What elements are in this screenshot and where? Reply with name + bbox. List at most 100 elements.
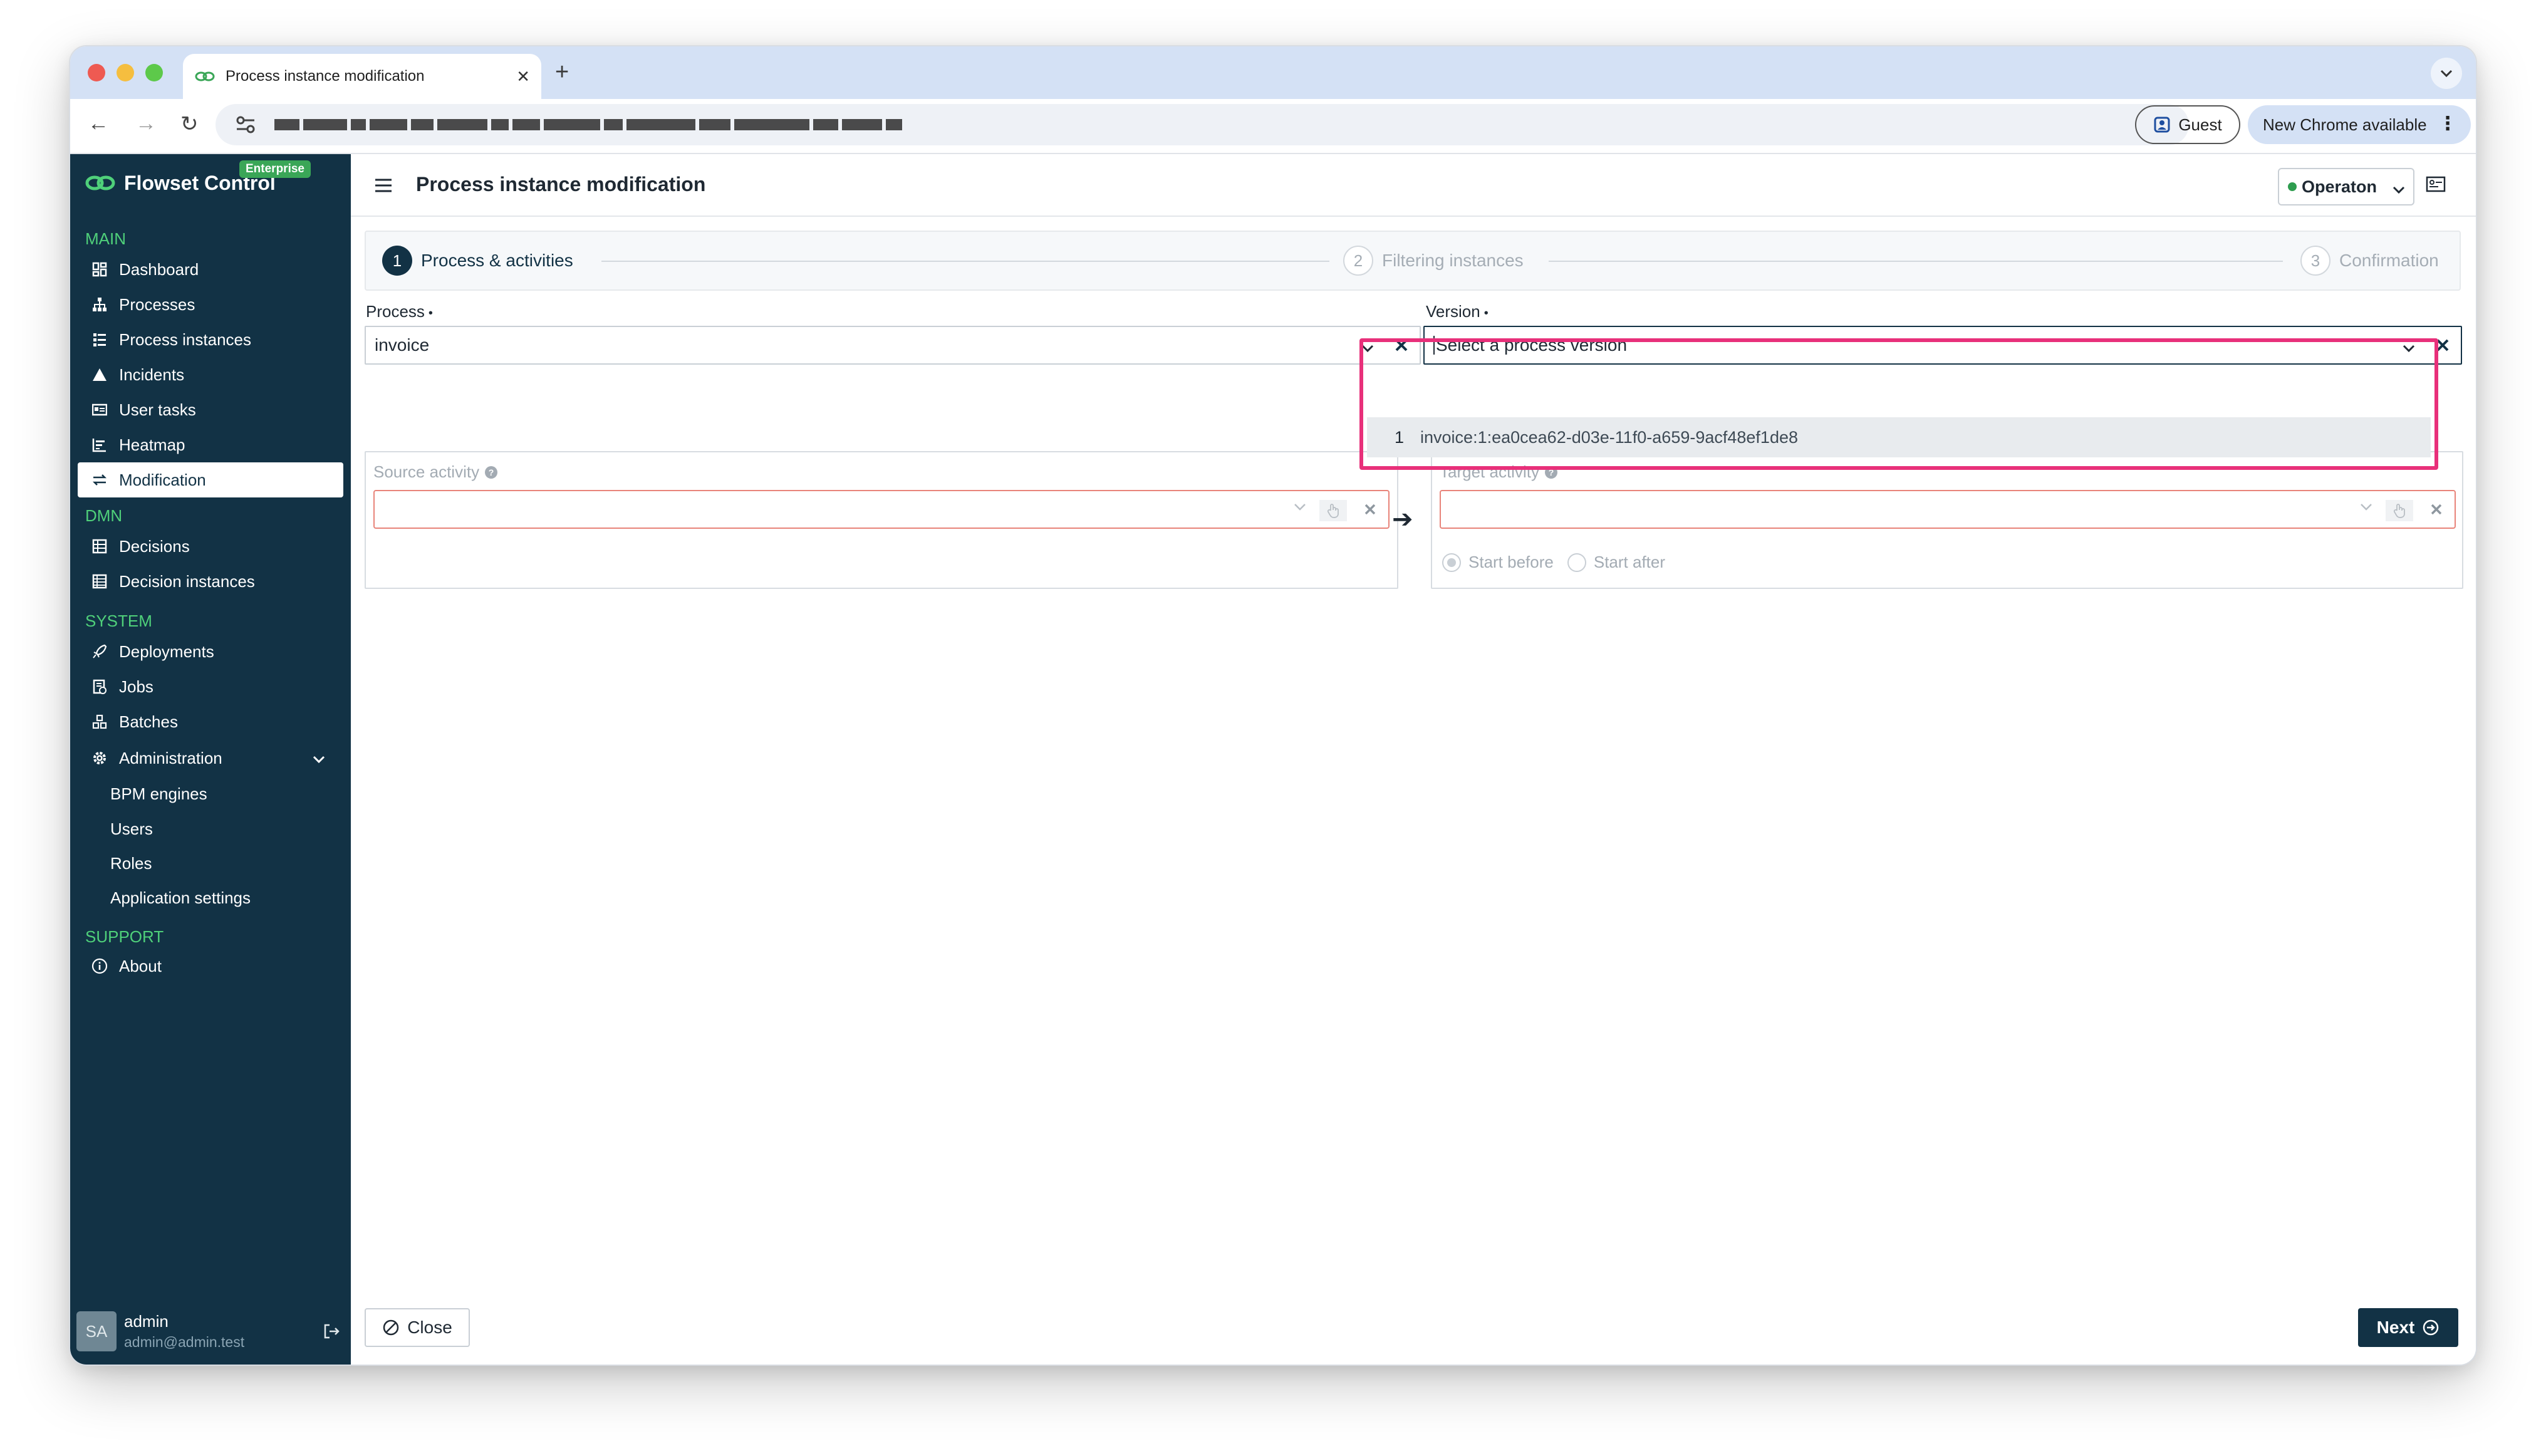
tab-title: Process instance modification: [226, 68, 425, 85]
sidebar-item-administration[interactable]: Administration: [78, 741, 343, 776]
sidebar-item-label: Processes: [119, 294, 195, 314]
sidebar-item-process-instances[interactable]: Process instances: [78, 322, 343, 357]
start-before-radio[interactable]: [1442, 553, 1461, 572]
sidebar-item-label: Decisions: [119, 536, 190, 556]
source-activity-panel: Source activity ?: [365, 451, 1398, 589]
next-button[interactable]: Next: [2358, 1308, 2458, 1347]
hand-pointer-icon[interactable]: [2386, 500, 2413, 521]
browser-window: Process instance modification ✕ + ← → ↻ …: [70, 46, 2476, 1365]
stepper: 1 Process & activities 2 Filtering insta…: [365, 231, 2461, 291]
sidebar-item-users[interactable]: Users: [110, 819, 153, 839]
close-window-button[interactable]: [88, 64, 105, 81]
flowset-logo-icon: [85, 175, 115, 190]
sidebar-item-application-settings[interactable]: Application settings: [110, 888, 251, 908]
more-vert-icon[interactable]: ⋮: [2438, 113, 2457, 135]
sidebar-item-user-tasks[interactable]: User tasks: [78, 392, 343, 427]
sidebar-item-label: Administration: [119, 748, 222, 767]
sidebar-item-decision-instances[interactable]: Decision instances: [78, 564, 343, 599]
user-panel: SA admin admin@admin.test: [76, 1309, 346, 1353]
sidebar-item-decisions[interactable]: Decisions: [78, 529, 343, 564]
gear-icon: [90, 749, 109, 767]
logout-icon[interactable]: [322, 1322, 341, 1344]
app-root: Flowset Control Enterprise MAIN Dashboar…: [70, 154, 2476, 1365]
step-connector: [1549, 261, 2283, 262]
sidebar-item-roles[interactable]: Roles: [110, 854, 152, 873]
chevron-down-icon[interactable]: [2359, 502, 2373, 514]
address-bar[interactable]: [216, 104, 2189, 145]
warning-icon: [90, 365, 109, 384]
help-icon[interactable]: ?: [484, 465, 498, 479]
back-arrow-icon[interactable]: ←: [88, 112, 109, 136]
swap-icon: [90, 471, 109, 489]
table-icon: [90, 537, 109, 556]
sidebar-item-deployments[interactable]: Deployments: [78, 634, 343, 669]
avatar[interactable]: SA: [76, 1311, 117, 1351]
step-filtering-instances: 2 Filtering instances: [1343, 246, 1524, 276]
new-chrome-available-button[interactable]: New Chrome available ⋮: [2248, 105, 2471, 144]
cancel-circle-icon: [383, 1319, 399, 1336]
close-button[interactable]: Close: [365, 1308, 470, 1347]
clear-source-icon[interactable]: [1361, 500, 1380, 522]
section-support: SUPPORT: [85, 927, 164, 946]
main-content: Process instance modification Operaton 1…: [351, 154, 2476, 1365]
minimize-window-button[interactable]: [117, 64, 134, 81]
new-tab-icon[interactable]: +: [555, 59, 569, 86]
sidebar-item-processes[interactable]: Processes: [78, 287, 343, 322]
sidebar-item-modification[interactable]: Modification: [78, 462, 343, 497]
sidebar-item-about[interactable]: About: [78, 949, 343, 984]
engine-settings-icon[interactable]: [2426, 175, 2446, 196]
step-number: 3: [2300, 246, 2330, 276]
flowset-favicon-icon: [194, 69, 217, 84]
process-select[interactable]: invoice: [365, 326, 1421, 365]
sidebar-item-dashboard[interactable]: Dashboard: [78, 252, 343, 287]
sidebar-item-batches[interactable]: Batches: [78, 704, 343, 739]
page-title: Process instance modification: [416, 173, 706, 195]
guest-profile-button[interactable]: Guest: [2135, 105, 2240, 144]
maximize-window-button[interactable]: [145, 64, 163, 81]
process-field-label: Process •: [366, 302, 433, 321]
tab-search-icon[interactable]: [2431, 58, 2462, 89]
chevron-down-icon[interactable]: [1293, 502, 1307, 514]
url-text-redacted: [274, 119, 902, 130]
table-list-icon: [90, 572, 109, 591]
hand-pointer-icon[interactable]: [1319, 500, 1347, 521]
chevron-down-icon: [2392, 179, 2406, 199]
info-icon: [90, 957, 109, 975]
source-activity-select[interactable]: [373, 490, 1390, 529]
sidebar: Flowset Control Enterprise MAIN Dashboar…: [70, 154, 351, 1365]
section-main: MAIN: [85, 229, 126, 248]
reload-icon[interactable]: ↻: [180, 112, 199, 137]
sidebar-item-label: Modification: [119, 470, 206, 489]
engine-select[interactable]: Operaton: [2278, 168, 2414, 205]
source-activity-label: Source activity ?: [373, 462, 498, 482]
target-activity-select[interactable]: [1440, 490, 2456, 529]
browser-tab[interactable]: Process instance modification ✕: [183, 54, 541, 99]
menu-icon[interactable]: [373, 175, 393, 195]
clear-target-icon[interactable]: [2427, 500, 2446, 522]
sidebar-item-heatmap[interactable]: Heatmap: [78, 427, 343, 462]
sidebar-item-incidents[interactable]: Incidents: [78, 357, 343, 392]
task-card-icon: [90, 400, 109, 419]
start-before-label: Start before: [1468, 553, 1554, 571]
step-number: 1: [382, 246, 412, 276]
forward-arrow-icon[interactable]: →: [135, 112, 157, 136]
step-number: 2: [1343, 246, 1373, 276]
dashboard-icon: [90, 260, 109, 279]
chevron-down-icon[interactable]: [312, 749, 326, 768]
enterprise-badge: Enterprise: [239, 160, 311, 178]
sidebar-item-jobs[interactable]: Jobs: [78, 669, 343, 704]
version-highlight-annotation: [1359, 338, 2438, 470]
update-label: New Chrome available: [2263, 115, 2427, 134]
source-activity-label-text: Source activity: [373, 462, 480, 481]
site-settings-icon[interactable]: [234, 113, 257, 136]
sidebar-item-label: Deployments: [119, 642, 214, 661]
start-after-radio[interactable]: [1567, 553, 1586, 572]
sidebar-item-label: Dashboard: [119, 259, 199, 279]
close-button-label: Close: [407, 1318, 452, 1337]
step-label: Filtering instances: [1382, 251, 1524, 270]
batches-icon: [90, 712, 109, 731]
sidebar-item-bpm-engines[interactable]: BPM engines: [110, 784, 207, 804]
step-confirmation: 3 Confirmation: [2300, 246, 2439, 276]
tab-close-icon[interactable]: ✕: [516, 67, 530, 86]
svg-text:?: ?: [489, 467, 494, 477]
